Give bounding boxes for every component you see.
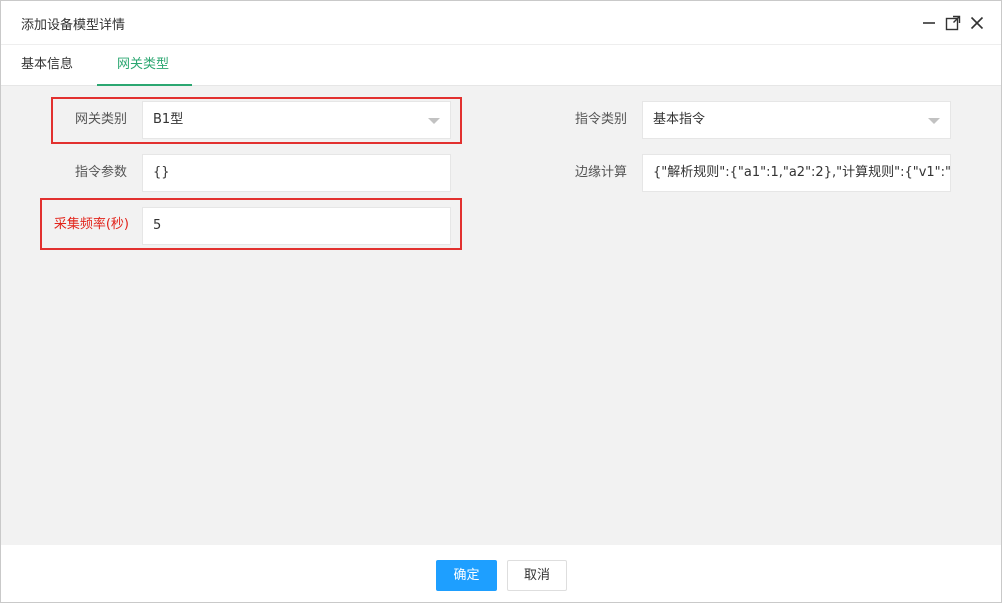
sample-rate-value: 5 (153, 218, 162, 233)
dialog-titlebar: 添加设备模型详情 (1, 1, 1001, 45)
maximize-icon[interactable] (944, 14, 962, 32)
edge-compute-value: {"解析规则":{"a1":1,"a2":2},"计算规则":{"v1":"(a… (653, 165, 951, 180)
sample-rate-input[interactable]: 5 (142, 207, 451, 245)
command-params-input[interactable]: {} (142, 154, 451, 192)
minimize-icon[interactable] (920, 14, 938, 32)
form-panel: 网关类别 B1型 指令类别 基本指令 指令参数 {} 边缘计算 {"解析规则":… (1, 86, 1001, 545)
gateway-type-label: 网关类别 (74, 112, 127, 127)
dialog-footer: 确定 取消 (1, 545, 1001, 602)
sample-rate-label: 采集频率(秒) (53, 217, 129, 232)
close-icon[interactable] (968, 14, 986, 32)
tab-bar: 基本信息 网关类型 (1, 45, 1001, 86)
confirm-button[interactable]: 确定 (436, 560, 497, 591)
cancel-button[interactable]: 取消 (507, 560, 567, 591)
tab-gateway-type[interactable]: 网关类型 (117, 45, 169, 86)
command-type-value: 基本指令 (653, 112, 706, 127)
dialog-title: 添加设备模型详情 (21, 18, 126, 33)
edge-compute-label: 边缘计算 (574, 165, 627, 180)
chevron-down-icon (428, 118, 440, 124)
dialog: 添加设备模型详情 基本信息 网关类型 网关类别 B1型 指令类别 基本指令 指令… (0, 0, 1002, 603)
command-type-select[interactable]: 基本指令 (642, 101, 951, 139)
command-type-label: 指令类别 (574, 112, 627, 127)
gateway-type-select[interactable]: B1型 (142, 101, 451, 139)
command-params-value: {} (153, 165, 170, 180)
gateway-type-value: B1型 (153, 112, 184, 127)
tab-basic-info[interactable]: 基本信息 (21, 45, 73, 86)
command-params-label: 指令参数 (74, 165, 127, 180)
chevron-down-icon (928, 118, 940, 124)
edge-compute-input[interactable]: {"解析规则":{"a1":1,"a2":2},"计算规则":{"v1":"(a… (642, 154, 951, 192)
